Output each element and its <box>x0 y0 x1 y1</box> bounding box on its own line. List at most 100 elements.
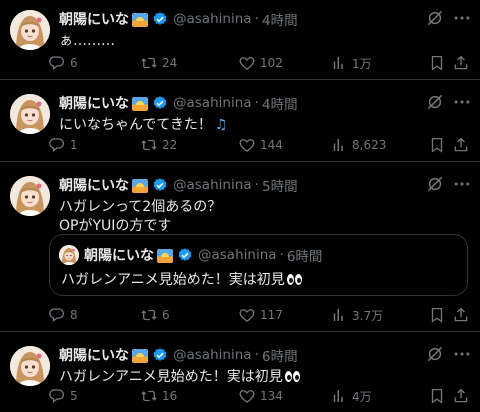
share-button[interactable] <box>452 136 470 154</box>
reply-icon <box>48 387 66 405</box>
like-button[interactable]: 117 <box>238 306 283 324</box>
like-count: 117 <box>260 308 283 322</box>
timestamp[interactable]: 5時間 <box>262 175 298 195</box>
more-button[interactable] <box>452 92 472 112</box>
avatar[interactable] <box>10 10 50 50</box>
retweet-count: 22 <box>162 138 178 152</box>
share-button[interactable] <box>452 387 470 405</box>
display-name: 朝陽にいな <box>84 248 154 264</box>
bookmark-button[interactable] <box>428 136 446 154</box>
handle[interactable]: @asahinina <box>173 11 252 27</box>
retweet-icon <box>140 387 158 405</box>
reply-button[interactable]: 6 <box>48 54 78 72</box>
action-bar: 8 6 117 3.7万 <box>48 305 474 325</box>
views-count: 1万 <box>352 56 372 71</box>
retweet-button[interactable]: 16 <box>140 387 177 405</box>
separator-dot: · <box>254 177 259 193</box>
like-count: 134 <box>260 389 283 403</box>
views-button[interactable]: 8,623 <box>330 136 386 154</box>
views-button[interactable]: 1万 <box>330 54 372 72</box>
views-count: 8,623 <box>352 138 387 152</box>
reply-icon <box>48 136 66 154</box>
avatar[interactable] <box>10 176 50 216</box>
share-icon <box>452 306 470 324</box>
quoted-tweet-text: ハガレンアニメ見始めた！実は初見 <box>61 272 285 288</box>
tweet-header: 朝陽にいな @asahinina · 4時間 <box>59 9 440 29</box>
display-name[interactable]: 朝陽にいな <box>59 345 129 365</box>
verified-badge-icon <box>152 95 168 111</box>
timestamp[interactable]: 4時間 <box>262 9 298 29</box>
display-name[interactable]: 朝陽にいな <box>59 93 129 113</box>
more-button[interactable] <box>452 174 472 194</box>
more-icon <box>452 344 472 364</box>
views-icon <box>330 54 348 72</box>
display-name[interactable]: 朝陽にいな <box>59 175 129 195</box>
like-button[interactable]: 102 <box>238 54 283 72</box>
action-bar: 5 16 134 4万 <box>48 386 474 406</box>
tweet-text: にいなちゃんでてきた！ <box>59 117 212 133</box>
quoted-tweet[interactable]: 朝陽にいな @asahinina · 6時間 ハガレンアニメ見始めた！実は初見 <box>49 234 468 296</box>
music-notes-emoji-icon: ♫ <box>214 117 228 133</box>
reply-button[interactable]: 5 <box>48 387 78 405</box>
bookmark-icon <box>428 136 446 154</box>
quoted-tweet-header: 朝陽にいな @asahinina · 6時間 <box>84 244 322 266</box>
share-button[interactable] <box>452 306 470 324</box>
retweet-button[interactable]: 6 <box>140 306 170 324</box>
reply-button[interactable]: 8 <box>48 306 78 324</box>
verified-badge-icon <box>152 11 168 27</box>
more-button[interactable] <box>452 344 472 364</box>
bookmark-button[interactable] <box>428 306 446 324</box>
reply-count: 8 <box>70 308 78 322</box>
handle: @asahinina <box>198 247 277 263</box>
avatar[interactable] <box>59 245 79 265</box>
like-count: 102 <box>260 56 283 70</box>
quoted-tweet-text-container: ハガレンアニメ見始めた！実は初見 <box>61 269 303 289</box>
views-button[interactable]: 3.7万 <box>330 306 383 324</box>
display-name[interactable]: 朝陽にいな <box>59 9 129 29</box>
retweet-count: 24 <box>162 56 178 70</box>
handle[interactable]: @asahinina <box>173 347 252 363</box>
sunrise-emoji-icon <box>157 249 173 263</box>
like-button[interactable]: 144 <box>238 136 283 154</box>
sunrise-emoji-icon <box>132 179 148 193</box>
separator-dot: · <box>254 95 259 111</box>
share-icon <box>452 54 470 72</box>
grok-icon[interactable] <box>425 344 445 364</box>
views-count: 4万 <box>352 389 372 404</box>
tweet[interactable]: 朝陽にいな @asahinina · 5時間 ハガレンって2個あるの？ OPがY… <box>0 162 480 332</box>
tweet-text: ハガレンアニメ見始めた！実は初見 <box>59 369 283 385</box>
like-button[interactable]: 134 <box>238 387 283 405</box>
avatar[interactable] <box>10 346 50 386</box>
separator-dot: · <box>279 247 284 263</box>
share-button[interactable] <box>452 54 470 72</box>
avatar[interactable] <box>10 94 50 134</box>
timestamp[interactable]: 6時間 <box>262 345 298 365</box>
bookmark-button[interactable] <box>428 387 446 405</box>
reply-button[interactable]: 1 <box>48 136 78 154</box>
retweet-button[interactable]: 24 <box>140 54 177 72</box>
grok-icon[interactable] <box>425 174 445 194</box>
tweet-header: 朝陽にいな @asahinina · 6時間 <box>59 345 440 365</box>
bookmark-button[interactable] <box>428 54 446 72</box>
eyes-emoji-icon <box>286 274 303 285</box>
handle[interactable]: @asahinina <box>173 95 252 111</box>
views-count: 3.7万 <box>352 308 384 323</box>
reply-count: 5 <box>70 389 78 403</box>
timestamp[interactable]: 4時間 <box>262 93 298 113</box>
grok-icon[interactable] <box>425 92 445 112</box>
share-icon <box>452 136 470 154</box>
tweet[interactable]: 朝陽にいな @asahinina · 4時間 にいなちゃんでてきた！ ♫ 1 22… <box>0 80 480 162</box>
separator-dot: · <box>254 347 259 363</box>
tweet[interactable]: 朝陽にいな @asahinina · 6時間 ハガレンアニメ見始めた！実は初見 … <box>0 332 480 412</box>
tweet[interactable]: 朝陽にいな @asahinina · 4時間 ぁ……… 6 24 102 1万 <box>0 0 480 80</box>
more-button[interactable] <box>452 8 472 28</box>
views-button[interactable]: 4万 <box>330 387 372 405</box>
handle[interactable]: @asahinina <box>173 177 252 193</box>
grok-icon[interactable] <box>425 8 445 28</box>
like-icon <box>238 136 256 154</box>
verified-badge-icon <box>152 347 168 363</box>
separator-dot: · <box>254 11 259 27</box>
retweet-button[interactable]: 22 <box>140 136 177 154</box>
action-bar: 1 22 144 8,623 <box>48 135 474 155</box>
verified-badge-icon <box>152 177 168 193</box>
